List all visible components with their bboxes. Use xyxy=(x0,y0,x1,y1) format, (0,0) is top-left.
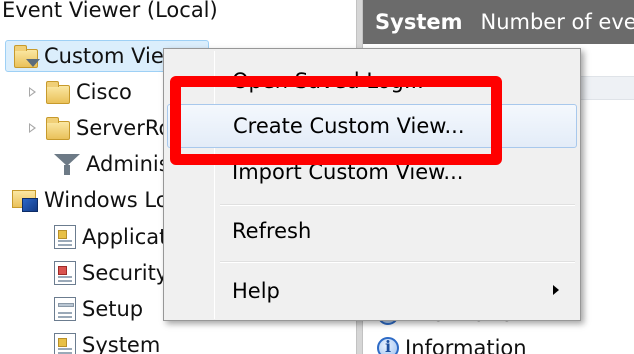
information-icon xyxy=(377,337,399,354)
event-count-label: Number of events xyxy=(480,10,634,34)
tree-item-setup[interactable]: Setup xyxy=(54,293,143,325)
windows-logs-icon xyxy=(12,188,38,212)
tree-item-cisco[interactable]: Cisco xyxy=(26,76,132,108)
custom-views-folder-icon xyxy=(14,44,40,68)
menu-item-label: Refresh xyxy=(232,219,312,243)
event-level-label: Information xyxy=(405,336,527,354)
menu-item-label: Help xyxy=(232,279,280,303)
events-pane-header: System Number of events xyxy=(363,0,634,44)
tree-item-event-viewer[interactable]: Event Viewer (Local) xyxy=(2,0,218,26)
folder-icon xyxy=(46,80,70,104)
event-log-icon xyxy=(54,297,76,321)
menu-separator xyxy=(220,261,575,263)
tree-item-system[interactable]: System xyxy=(54,329,160,354)
submenu-arrow-icon xyxy=(553,285,559,295)
menu-item-open-saved-log[interactable]: Open Saved Log... xyxy=(167,59,577,103)
tree-item-label: Security xyxy=(82,261,169,285)
menu-item-label: Import Custom View... xyxy=(232,160,464,184)
expand-arrow-icon[interactable] xyxy=(26,121,40,135)
menu-item-label: Open Saved Log... xyxy=(232,69,424,93)
folder-icon xyxy=(46,116,70,140)
filter-icon xyxy=(54,152,80,176)
menu-item-create-custom-view[interactable]: Create Custom View... xyxy=(167,104,577,148)
event-log-icon xyxy=(54,225,76,249)
context-menu: Open Saved Log... Create Custom View... … xyxy=(163,48,581,321)
menu-item-import-custom-view[interactable]: Import Custom View... xyxy=(167,150,577,194)
menu-item-help[interactable]: Help xyxy=(167,269,577,313)
tree-item-label: System xyxy=(82,333,161,354)
menu-item-label: Create Custom View... xyxy=(233,114,465,138)
menu-separator xyxy=(220,204,575,206)
expand-arrow-icon[interactable] xyxy=(26,85,40,99)
tree-item-label: Event Viewer (Local) xyxy=(2,0,218,22)
tree-item-label: Cisco xyxy=(76,80,132,104)
menu-item-refresh[interactable]: Refresh xyxy=(167,209,577,253)
event-row[interactable]: Information xyxy=(377,334,527,354)
tree-item-label: Setup xyxy=(82,297,144,321)
event-log-icon xyxy=(54,333,76,354)
event-log-icon xyxy=(54,261,76,285)
log-title: System xyxy=(375,10,463,34)
tree-item-security[interactable]: Security xyxy=(54,257,168,289)
